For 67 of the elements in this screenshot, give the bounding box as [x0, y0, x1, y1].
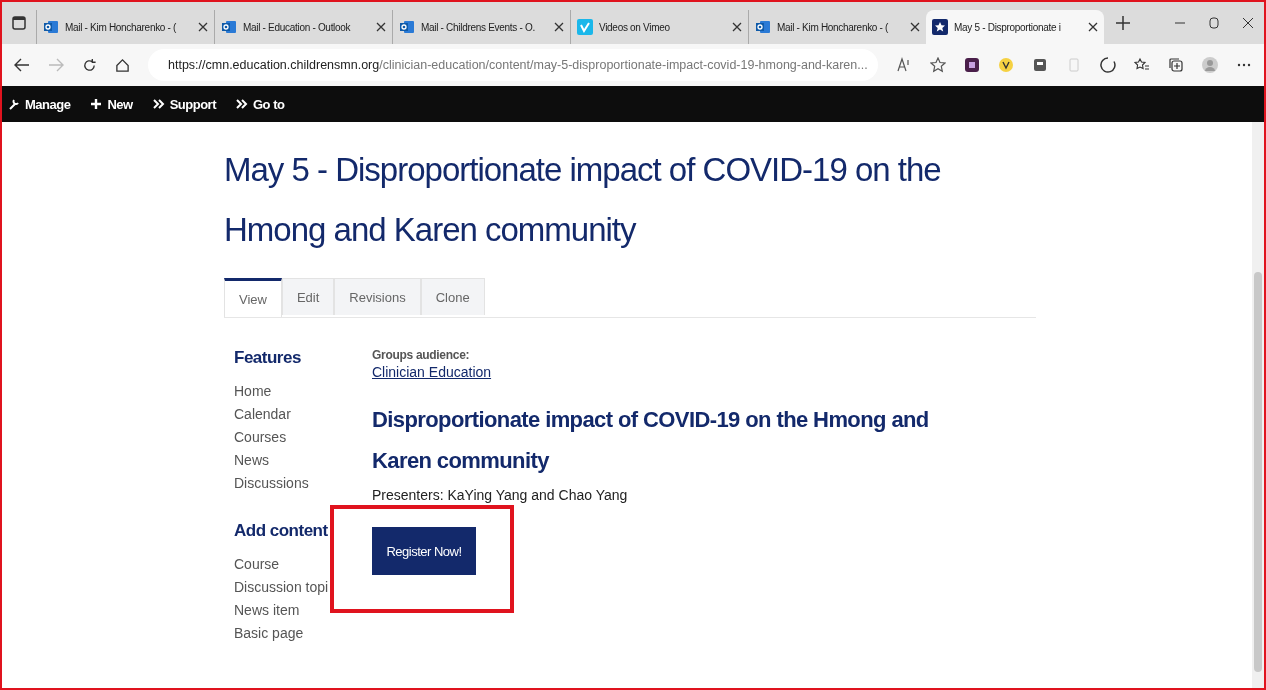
sidebar-link[interactable]: Basic page	[234, 622, 362, 645]
close-icon[interactable]	[732, 22, 742, 32]
sidebar-link[interactable]: Calendar	[234, 403, 362, 426]
tab-actions-icon[interactable]	[12, 16, 26, 30]
close-icon[interactable]	[910, 22, 920, 32]
toolbar-link[interactable]: New	[107, 96, 133, 112]
sidebar-heading: Add content	[234, 521, 329, 541]
sidebar-link[interactable]: Home	[234, 380, 362, 403]
register-button[interactable]: Register Now!	[372, 527, 476, 575]
sidebar-link[interactable]: Discussions	[234, 472, 362, 495]
tab-title: Mail - Kim Honcharenko - (	[777, 21, 890, 33]
tab-title: Mail - Kim Honcharenko - (	[65, 21, 178, 33]
double-chevron-icon	[235, 98, 248, 110]
double-chevron-icon	[152, 98, 165, 110]
sidebar-link[interactable]: News	[234, 449, 362, 472]
close-icon[interactable]	[1088, 22, 1098, 32]
close-icon[interactable]	[1242, 17, 1254, 29]
toolbar-link[interactable]: Manage	[25, 96, 71, 112]
page-tab[interactable]: Revisions	[334, 278, 421, 315]
tab-title: Videos on Vimeo	[599, 21, 671, 33]
read-aloud-icon[interactable]	[896, 57, 912, 73]
close-icon[interactable]	[198, 22, 208, 32]
group-link[interactable]: Clinician Education	[372, 364, 492, 380]
browser-tab[interactable]: May 5 - Disproportionate i	[926, 10, 1104, 44]
avatar-icon[interactable]	[1202, 57, 1218, 73]
extension-icon[interactable]	[964, 57, 980, 73]
collections-icon[interactable]	[1168, 57, 1184, 73]
toolbar-link[interactable]: Support	[169, 96, 216, 112]
sidebar-link[interactable]: Courses	[234, 426, 362, 449]
wrench-icon	[8, 98, 20, 110]
sidebar-link[interactable]: News item	[234, 599, 362, 622]
url-text: https://cmn.education.childrensmn.org/clinician-education/content/may-5-disproportionate-impact-covid-19-hmong-and-karen...	[168, 58, 868, 72]
page-tab[interactable]: View	[224, 278, 282, 317]
favorites-icon[interactable]	[1134, 57, 1150, 73]
toolbar-link[interactable]: Go to	[252, 96, 285, 112]
extension-icon[interactable]	[1032, 57, 1048, 73]
extension-icon[interactable]	[998, 57, 1014, 73]
tab-title: Mail - Childrens Events - O.	[421, 21, 536, 33]
favorite-star-icon[interactable]	[930, 57, 946, 73]
address-bar[interactable]: https://cmn.education.childrensmn.org/clinician-education/content/may-5-disproportionate-impact-covid-19-hmong-and-karen...	[148, 49, 878, 81]
presenters-text: Presenters: KaYing Yang and Chao Yang	[372, 487, 629, 503]
sidebar-link[interactable]: Discussion topi	[234, 576, 362, 599]
tab-title: May 5 - Disproportionate i	[954, 21, 1062, 33]
extension-icon[interactable]	[1100, 57, 1116, 73]
scrollbar[interactable]	[1252, 122, 1264, 688]
sidebar-link[interactable]: Course	[234, 553, 362, 576]
page-tab[interactable]: Clone	[420, 278, 485, 315]
mail-app-icon	[43, 19, 59, 35]
refresh-icon[interactable]	[82, 57, 97, 73]
mail-app-icon	[755, 19, 771, 35]
plus-icon	[90, 98, 103, 110]
restore-icon[interactable]	[1208, 17, 1220, 29]
field-label: Groups audience:	[372, 348, 471, 362]
close-icon[interactable]	[554, 22, 564, 32]
back-icon[interactable]	[14, 58, 30, 72]
mail-app-icon	[221, 19, 237, 35]
event-heading: Disproportionate impact of COVID-19 on the Hmong and Karen community	[372, 406, 930, 475]
page-tab[interactable]: Edit	[281, 278, 335, 315]
star-icon	[932, 19, 948, 35]
home-icon[interactable]	[115, 57, 130, 73]
close-icon[interactable]	[376, 22, 386, 32]
tab-title: Mail - Education - Outlook	[243, 21, 352, 33]
sidebar-heading: Features	[234, 348, 302, 368]
new-tab-icon[interactable]	[1116, 16, 1130, 30]
page-title: May 5 - Disproportionate impact of COVID-19 on the Hmong and Karen community	[224, 150, 942, 250]
video-app-icon	[577, 19, 593, 35]
mail-app-icon	[399, 19, 415, 35]
